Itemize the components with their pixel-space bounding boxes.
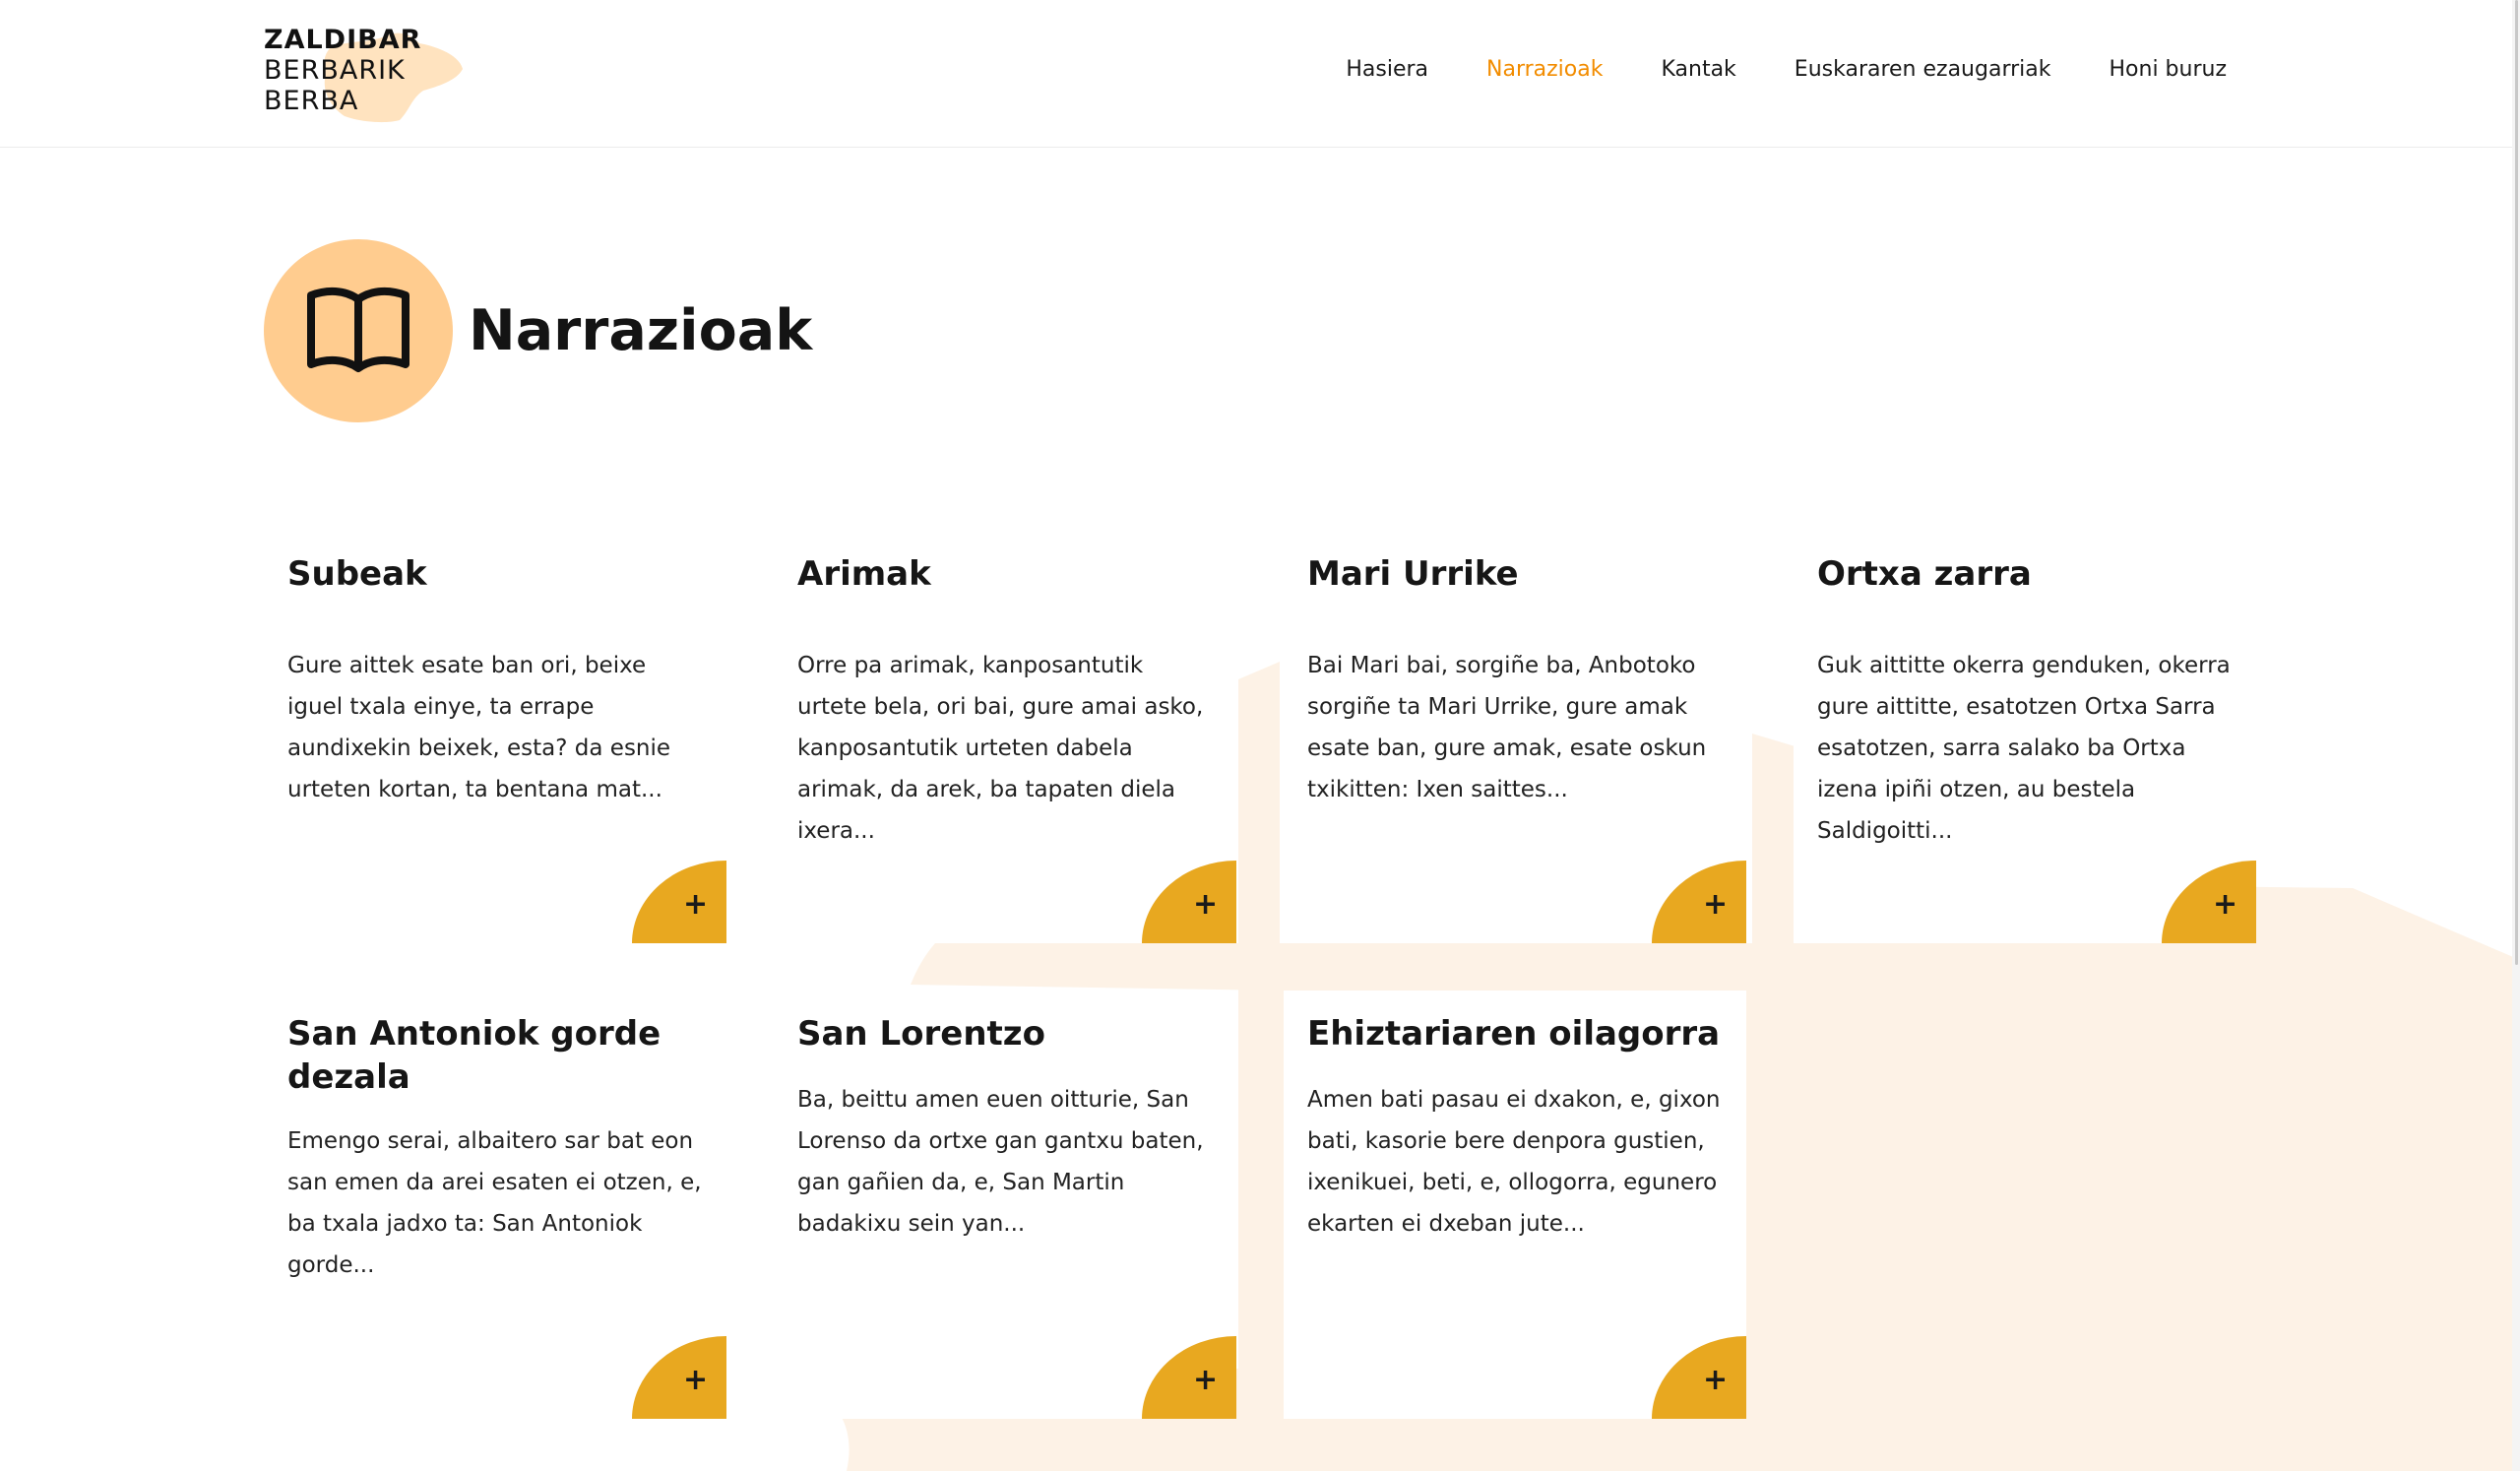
card-excerpt: Emengo serai, albaitero sar bat eon san … [287, 1128, 702, 1278]
main-nav: Hasiera Narrazioak Kantak Euskararen eza… [1288, 57, 2227, 82]
plus-icon: + [683, 887, 709, 922]
scrollbar-thumb[interactable] [2515, 0, 2518, 965]
story-card[interactable]: San Antoniok gorde dezala Emengo serai, … [264, 991, 726, 1419]
card-excerpt: Amen bati pasau ei dxakon, e, gixon bati… [1307, 1087, 1721, 1237]
read-more-button[interactable]: + [1652, 861, 1746, 943]
card-excerpt: Ba, beittu amen euen oitturie, San Loren… [797, 1087, 1204, 1237]
nav-item-kantak[interactable]: Kantak [1661, 57, 1735, 82]
read-more-button[interactable]: + [1142, 861, 1236, 943]
logo-line-2: BERBARIK [264, 55, 406, 86]
nav-item-euskararen-ezaugarriak[interactable]: Euskararen ezaugarriak [1795, 57, 2051, 82]
read-more-button[interactable]: + [632, 1336, 726, 1419]
card-excerpt: Bai Mari bai, sorgiñe ba, Anbotoko sorgi… [1307, 653, 1707, 802]
plus-icon: + [1703, 887, 1729, 922]
story-card[interactable]: San Lorentzo Ba, beittu amen euen oittur… [774, 991, 1236, 1419]
read-more-button[interactable]: + [1652, 1336, 1746, 1419]
nav-item-narrazioak[interactable]: Narrazioak [1486, 57, 1603, 82]
title-icon-circle [264, 239, 453, 422]
story-card[interactable]: Subeak Gure aittek esate ban ori, beixe … [264, 515, 726, 943]
card-excerpt: Gure aittek esate ban ori, beixe iguel t… [287, 653, 671, 802]
logo-line-1: ZALDIBAR [264, 25, 422, 55]
plus-icon: + [2213, 887, 2238, 922]
story-card[interactable]: Arimak Orre pa arimak, kanposantutik urt… [774, 515, 1236, 943]
card-title[interactable]: Ortxa zarra [1817, 552, 2236, 596]
card-title[interactable]: Mari Urrike [1307, 552, 1727, 596]
card-title[interactable]: San Lorentzo [797, 1012, 1217, 1055]
page-title: Narrazioak [469, 298, 813, 363]
plus-icon: + [683, 1363, 709, 1397]
nav-item-honi-buruz[interactable]: Honi buruz [2110, 57, 2228, 82]
card-title[interactable]: Ehiztariaren oilagorra [1307, 1012, 1727, 1055]
book-icon [307, 287, 410, 372]
page-heading: Narrazioak [264, 239, 812, 422]
story-card[interactable]: Mari Urrike Bai Mari bai, sorgiñe ba, An… [1284, 515, 1746, 943]
nav-item-hasiera[interactable]: Hasiera [1346, 57, 1428, 82]
plus-icon: + [1703, 1363, 1729, 1397]
plus-icon: + [1193, 887, 1219, 922]
plus-icon: + [1193, 1363, 1219, 1397]
card-title[interactable]: Arimak [797, 552, 1217, 596]
site-header: ZALDIBAR BERBARIK BERBA Hasiera Narrazio… [0, 0, 2520, 148]
story-card[interactable]: Ortxa zarra Guk aittitte okerra genduken… [1794, 515, 2256, 943]
story-card[interactable]: Ehiztariaren oilagorra Amen bati pasau e… [1284, 991, 1746, 1419]
site-logo[interactable]: ZALDIBAR BERBARIK BERBA [264, 26, 471, 124]
logo-line-3: BERBA [264, 86, 359, 116]
page-scrollbar[interactable] [2512, 0, 2520, 1471]
read-more-button[interactable]: + [2162, 861, 2256, 943]
card-title[interactable]: San Antoniok gorde dezala [287, 1012, 707, 1099]
read-more-button[interactable]: + [632, 861, 726, 943]
card-title[interactable]: Subeak [287, 552, 707, 596]
read-more-button[interactable]: + [1142, 1336, 1236, 1419]
card-excerpt: Guk aittitte okerra genduken, okerra gur… [1817, 653, 2231, 844]
card-excerpt: Orre pa arimak, kanposantutik urtete bel… [797, 653, 1204, 844]
